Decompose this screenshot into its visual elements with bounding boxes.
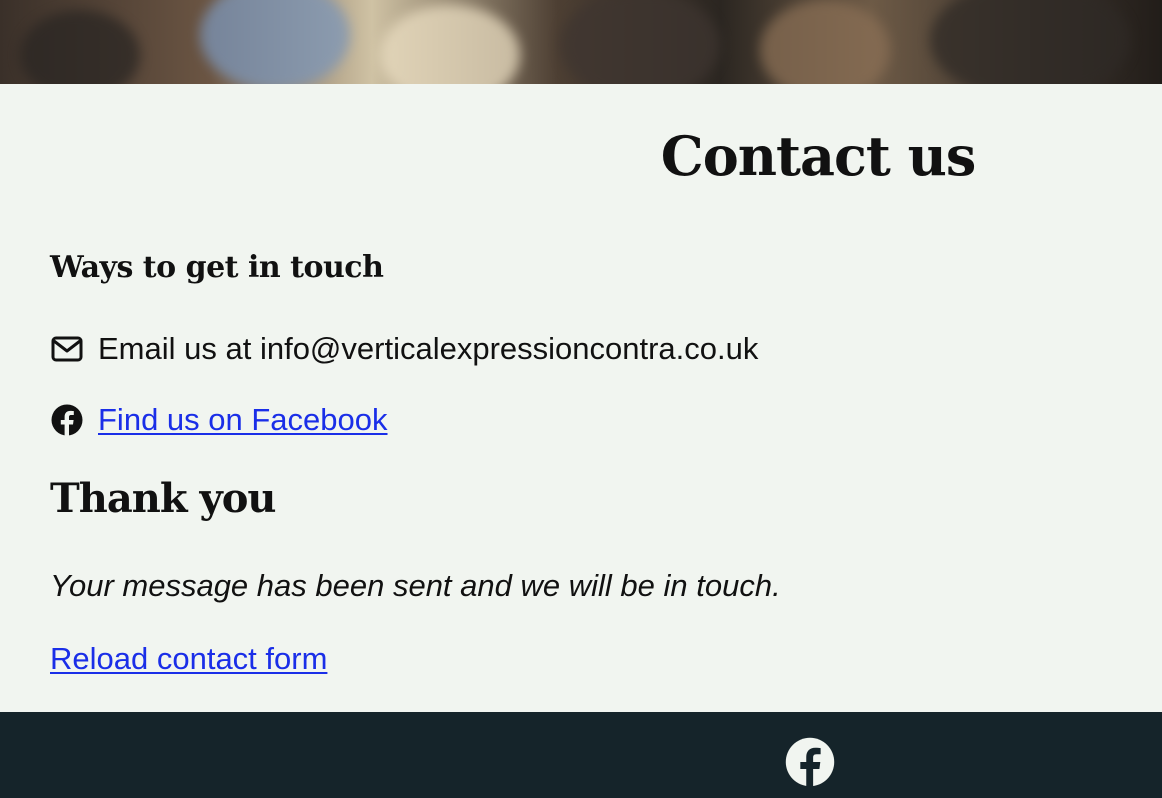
hero-banner-photo	[0, 0, 1162, 84]
ways-heading: Ways to get in touch	[50, 250, 384, 285]
facebook-icon	[50, 403, 84, 437]
footer-facebook-icon[interactable]	[785, 737, 835, 787]
page-title: Contact us	[660, 124, 976, 188]
facebook-link[interactable]: Find us on Facebook	[98, 402, 388, 438]
envelope-icon	[50, 332, 84, 366]
email-contact-row: Email us at info@verticalexpressioncontr…	[50, 331, 758, 367]
thank-you-heading: Thank you	[50, 475, 276, 522]
facebook-contact-row: Find us on Facebook	[50, 402, 388, 438]
reload-contact-form-link[interactable]: Reload contact form	[50, 641, 327, 677]
confirmation-message: Your message has been sent and we will b…	[50, 568, 781, 603]
footer	[0, 712, 1162, 798]
email-text: Email us at info@verticalexpressioncontr…	[98, 331, 759, 366]
